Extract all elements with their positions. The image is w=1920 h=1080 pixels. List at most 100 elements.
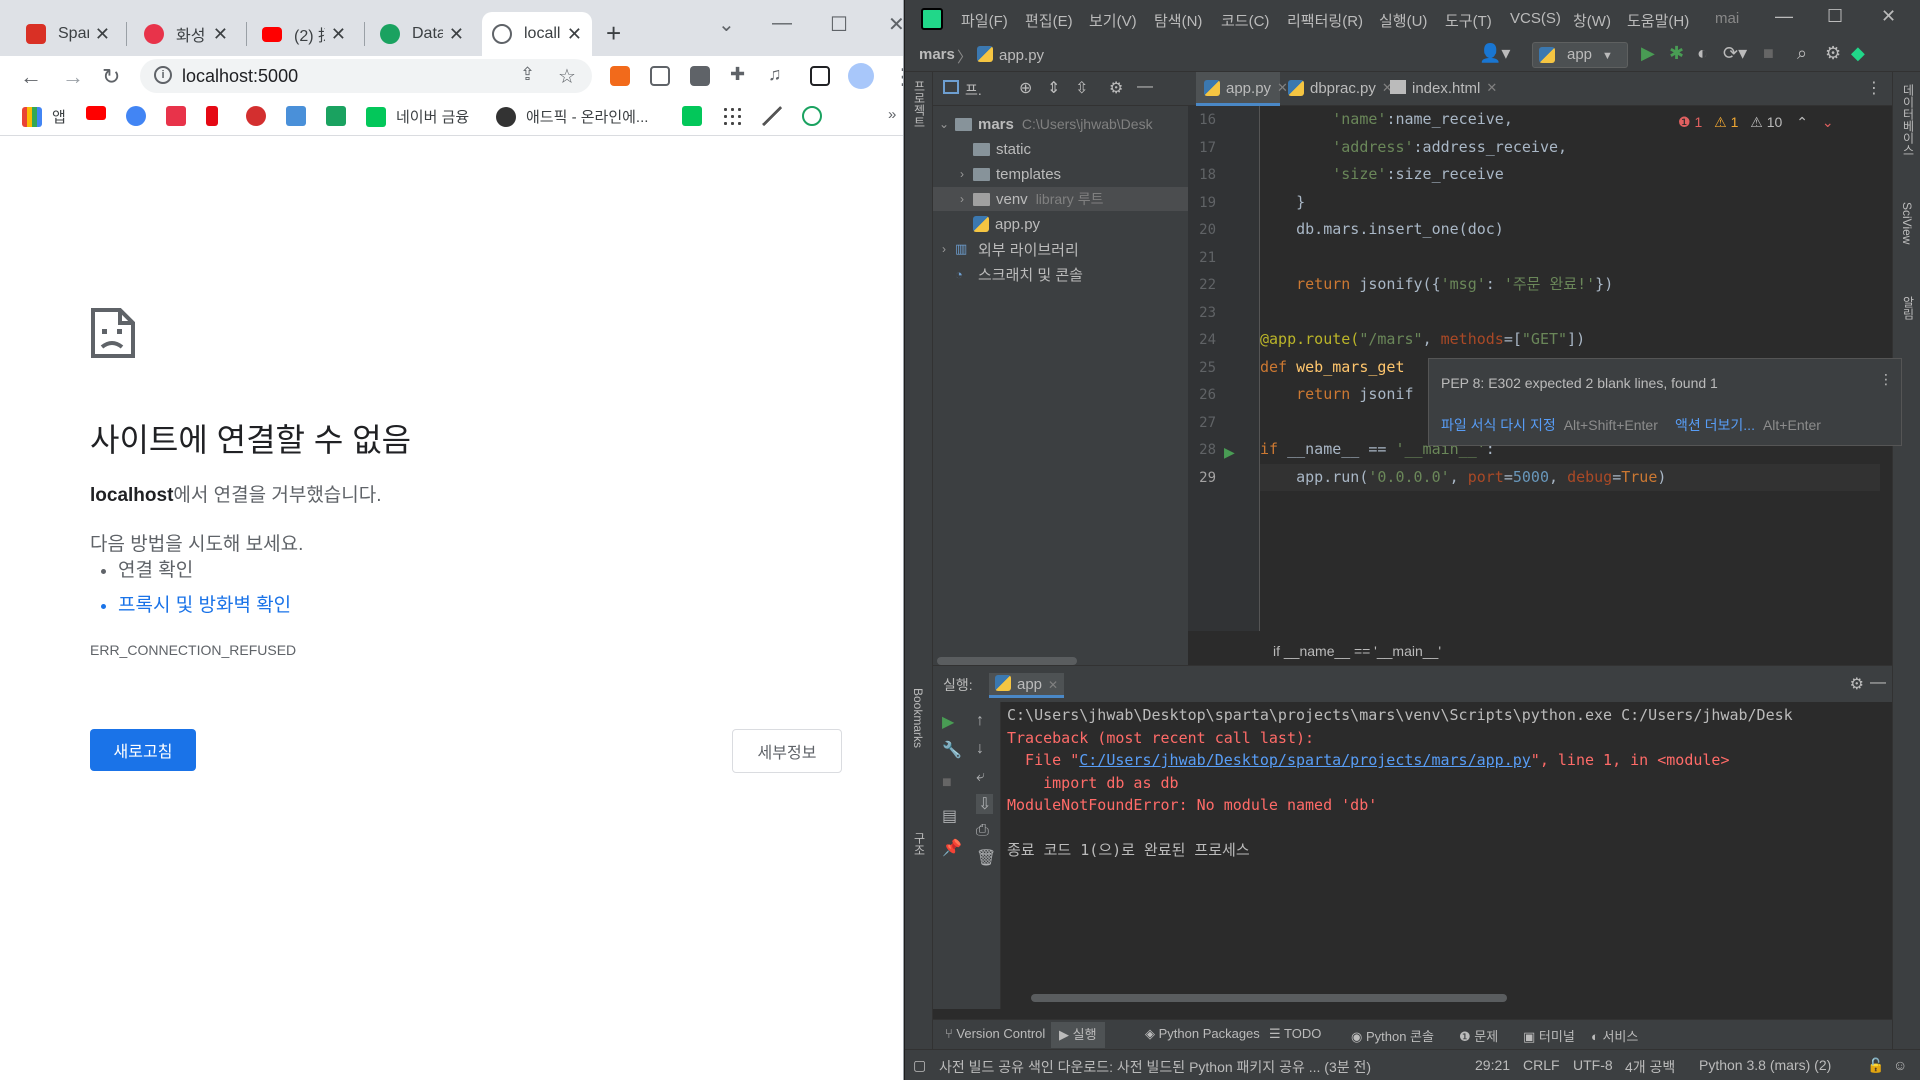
extension-icon[interactable]: [690, 66, 710, 86]
bookmark-youtube[interactable]: [86, 106, 116, 120]
scroll-to-end-icon[interactable]: ⇩: [976, 794, 994, 814]
menu-navigate[interactable]: 탐색(N): [1154, 10, 1202, 31]
line-separator[interactable]: CRLF: [1523, 1057, 1560, 1073]
close-tab-icon[interactable]: ✕: [567, 24, 582, 45]
close-tab-icon[interactable]: ✕: [95, 24, 110, 45]
popup-more-icon[interactable]: ⋮: [1879, 371, 1893, 388]
scroll-down-icon[interactable]: ↓: [976, 740, 984, 758]
more-actions-action[interactable]: 액션 더보기... Alt+Enter: [1675, 415, 1821, 435]
menu-window[interactable]: 창(W): [1573, 10, 1611, 31]
menu-edit[interactable]: 편집(E): [1025, 10, 1073, 31]
user-account-icon[interactable]: 👤▾: [1479, 43, 1510, 64]
run-settings-gear-icon[interactable]: ⚙: [1850, 674, 1864, 694]
previous-problem-icon[interactable]: ⌃: [1796, 114, 1808, 130]
status-message[interactable]: 사전 빌드 공유 색인 다운로드: 사전 빌드된 Python 패키지 공유 .…: [939, 1057, 1371, 1077]
stop-icon[interactable]: ■: [942, 774, 952, 792]
menu-vcs[interactable]: VCS(S): [1510, 10, 1561, 27]
tab-search-icon[interactable]: ⌄: [718, 12, 735, 37]
tool-python-packages[interactable]: ◈ Python Packages: [1145, 1026, 1260, 1042]
horizontal-scrollbar[interactable]: [937, 657, 1077, 665]
bookmark-c[interactable]: [246, 106, 276, 126]
editor-breadcrumb[interactable]: if __name__ == '__main__': [1273, 643, 1441, 659]
tree-expand-icon[interactable]: ⌄: [937, 117, 951, 131]
close-tab-icon[interactable]: ✕: [213, 24, 228, 45]
tool-problems[interactable]: ❶ 문제: [1459, 1026, 1498, 1045]
tree-item-templates[interactable]: › templates: [933, 162, 1188, 186]
reload-icon[interactable]: ↻: [102, 64, 120, 90]
project-tool-button[interactable]: 프로젝트: [911, 80, 928, 128]
layout-icon[interactable]: ▤: [942, 806, 957, 826]
panel-settings-gear-icon[interactable]: ⚙: [1109, 78, 1123, 98]
close-tab-icon[interactable]: ✕: [1486, 80, 1497, 96]
breadcrumb-file[interactable]: app.py: [977, 46, 1044, 64]
close-tab-icon[interactable]: ✕: [331, 24, 346, 45]
browser-tab[interactable]: Spart ✕: [16, 12, 120, 56]
puzzle-extensions-icon[interactable]: ✚: [730, 64, 745, 85]
close-window-icon[interactable]: ✕: [888, 12, 903, 37]
python-interpreter[interactable]: Python 3.8 (mars) (2): [1699, 1057, 1831, 1073]
minimize-icon[interactable]: —: [1775, 6, 1793, 27]
lock-icon[interactable]: 🔓: [1867, 1057, 1884, 1074]
tool-version-control[interactable]: ⑂ Version Control: [945, 1026, 1045, 1041]
bookmark-pen[interactable]: [762, 106, 792, 126]
menu-tools[interactable]: 도구(T): [1445, 10, 1492, 31]
menu-refactor[interactable]: 리팩터링(R): [1287, 10, 1363, 31]
browser-tab[interactable]: 화성 ✕: [134, 12, 238, 56]
print-icon[interactable]: ⎙: [976, 822, 989, 840]
soft-wrap-icon[interactable]: ⤶: [976, 768, 985, 786]
settings-gear-icon[interactable]: ⚙: [1825, 43, 1841, 64]
tree-collapsed-icon[interactable]: ›: [955, 192, 969, 206]
tool-todo[interactable]: ☰ TODO: [1269, 1026, 1321, 1042]
next-problem-icon[interactable]: ⌄: [1822, 114, 1834, 130]
maximize-icon[interactable]: ☐: [830, 12, 848, 37]
profile-icon[interactable]: ⟳▾: [1723, 43, 1747, 64]
maximize-icon[interactable]: ☐: [1827, 6, 1843, 27]
inspection-widget[interactable]: ❶ 1 ⚠ 1 ⚠ 10 ⌃ ⌄: [1678, 114, 1834, 131]
forward-icon[interactable]: →: [62, 64, 84, 90]
run-icon[interactable]: ▶: [1641, 43, 1655, 64]
menu-run[interactable]: 실행(U): [1379, 10, 1427, 31]
status-toggle-icon[interactable]: ▢: [913, 1057, 926, 1074]
more-bookmarks-icon[interactable]: »: [888, 106, 896, 123]
browser-tab[interactable]: (2) 㧎 ✕: [252, 12, 356, 56]
traceback-file-link[interactable]: C:/Users/jhwab/Desktop/sparta/projects/m…: [1079, 751, 1531, 769]
project-view-label[interactable]: 프.: [965, 80, 982, 100]
tree-item-static[interactable]: static: [933, 137, 1188, 161]
tree-item-mars[interactable]: ⌄ mars C:\Users\jhwab\Desk: [933, 112, 1188, 136]
reformat-file-action[interactable]: 파일 서식 다시 지정 Alt+Shift+Enter: [1441, 415, 1658, 435]
close-tab-icon[interactable]: ✕: [1277, 80, 1288, 96]
editor-tab-index-html[interactable]: index.html ✕: [1390, 72, 1500, 106]
extension-icon[interactable]: [610, 66, 630, 86]
side-panel-icon[interactable]: [810, 66, 830, 86]
bookmark-green[interactable]: [326, 106, 356, 126]
extension-icon[interactable]: [650, 66, 670, 86]
bookmark-circle[interactable]: [802, 106, 832, 126]
collapse-all-icon[interactable]: ⇳: [1075, 78, 1088, 98]
tree-item-scratches[interactable]: ◔ 스크래치 및 콘솔: [933, 262, 1188, 286]
bookmark-w[interactable]: [166, 106, 196, 126]
bookmark-adpick[interactable]: 애드픽 - 온라인에...: [496, 106, 648, 127]
close-tab-icon[interactable]: ✕: [1048, 678, 1058, 692]
caret-position[interactable]: 29:21: [1475, 1057, 1510, 1073]
database-tool-button[interactable]: 데이터베이스: [1900, 84, 1917, 156]
menu-view[interactable]: 보기(V): [1089, 10, 1137, 31]
bookmark-naver[interactable]: [682, 106, 712, 126]
pin-icon[interactable]: 📌: [942, 838, 962, 858]
sciview-tool-button[interactable]: SciView: [1900, 202, 1914, 244]
tab-actions-icon[interactable]: ⋮: [1866, 78, 1882, 98]
scroll-up-icon[interactable]: ↑: [976, 712, 984, 730]
stop-icon[interactable]: ■: [1763, 43, 1774, 64]
media-control-icon[interactable]: ♫: [768, 64, 782, 85]
tool-terminal[interactable]: ▣ 터미널: [1523, 1026, 1575, 1045]
edit-config-wrench-icon[interactable]: 🔧: [942, 740, 962, 760]
editor-tab-dbprac-py[interactable]: dbprac.py ✕: [1288, 72, 1393, 106]
editor-tab-app-py[interactable]: app.py ✕: [1196, 72, 1288, 106]
hide-panel-icon[interactable]: —: [1137, 78, 1153, 96]
locate-target-icon[interactable]: ⊕: [1019, 78, 1032, 98]
menu-help[interactable]: 도움말(H): [1627, 10, 1689, 31]
console-output[interactable]: C:\Users\jhwab\Desktop\sparta\projects\m…: [1007, 702, 1887, 1002]
coverage-icon[interactable]: ◐: [1697, 43, 1708, 64]
browser-tab[interactable]: Data ✕: [370, 12, 474, 56]
breadcrumb-project[interactable]: mars: [919, 46, 955, 63]
tree-item-external-libraries[interactable]: › ▥ 외부 라이브러리: [933, 237, 1188, 261]
